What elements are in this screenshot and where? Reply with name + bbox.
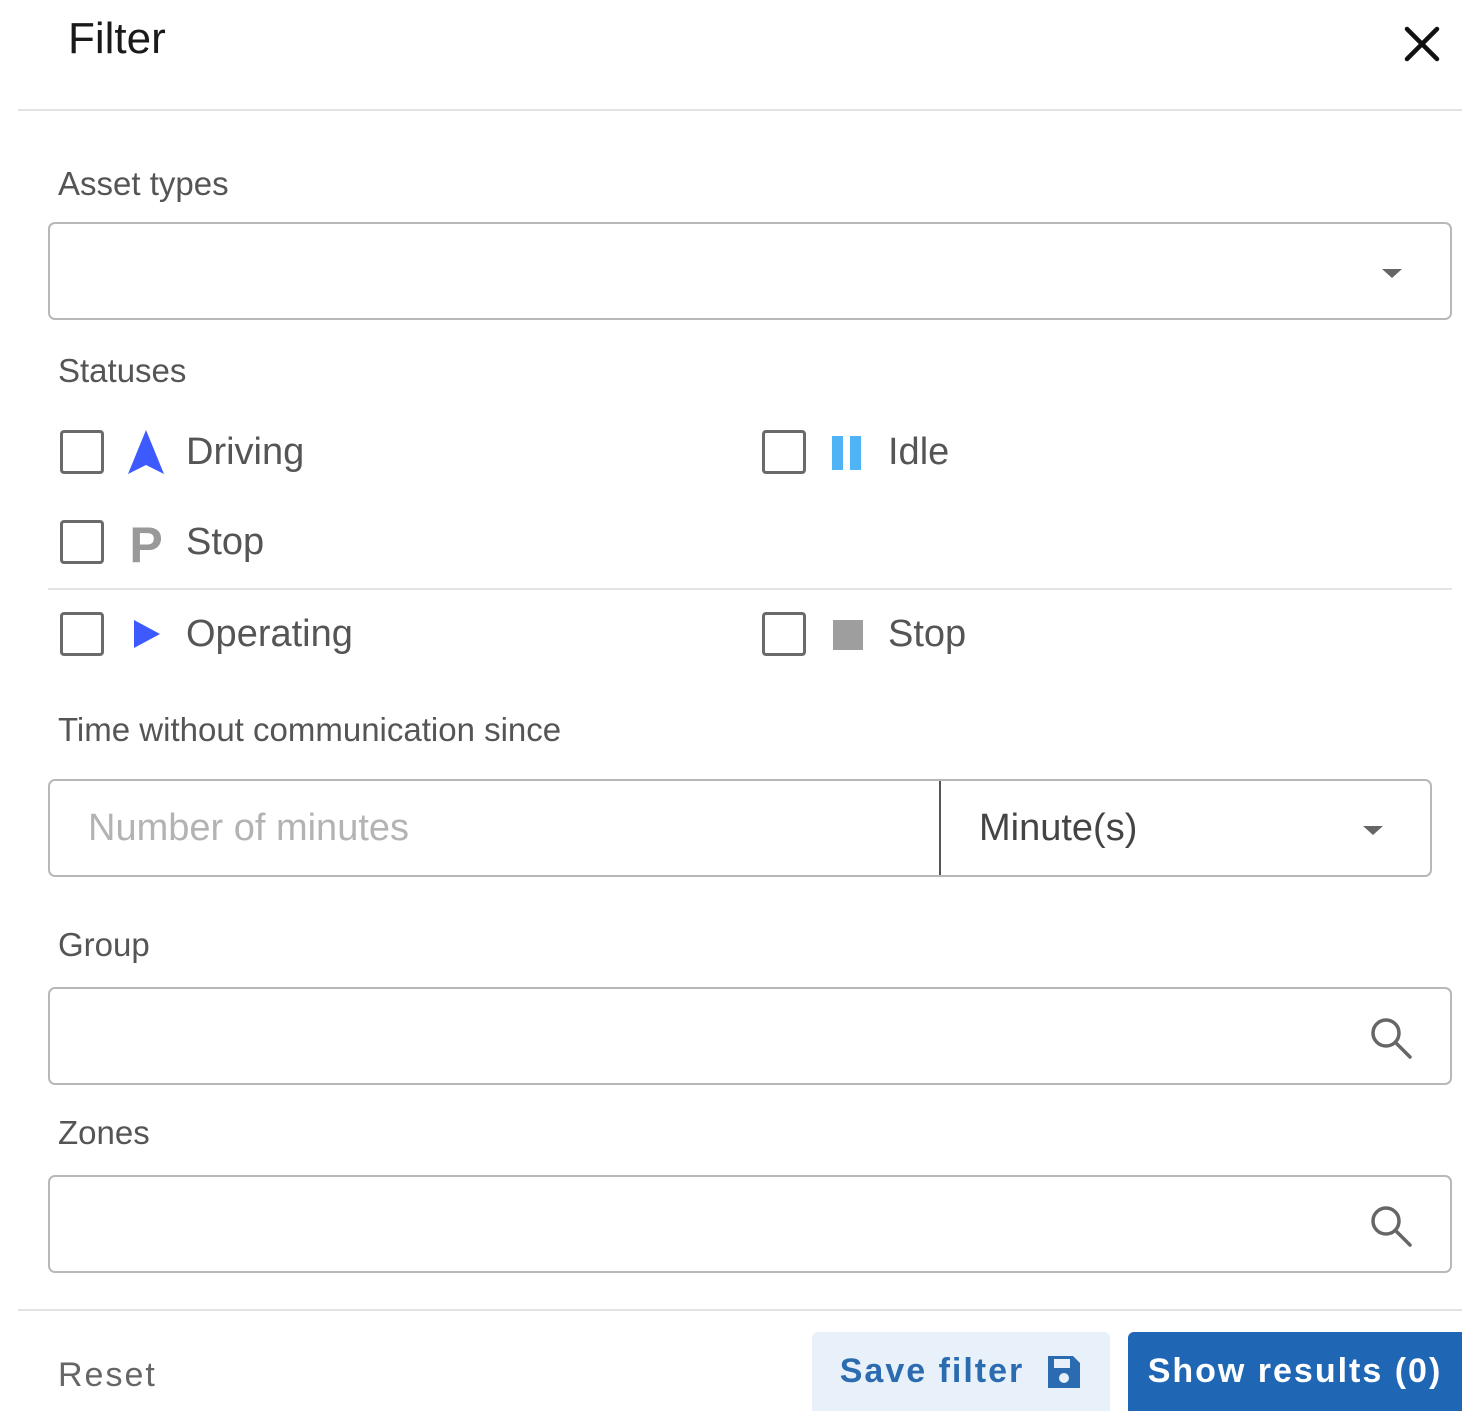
chevron-down-icon xyxy=(1382,269,1402,278)
pause-icon xyxy=(832,436,861,470)
save-filter-button[interactable]: Save filter xyxy=(812,1332,1110,1411)
zones-search-field[interactable] xyxy=(48,1175,1452,1273)
operating-label: Operating xyxy=(186,612,353,655)
chevron-down-icon xyxy=(1363,826,1383,835)
time-without-communication-group: Minute(s) xyxy=(48,779,1432,877)
time-without-communication-label: Time without communication since xyxy=(58,711,562,748)
search-icon[interactable] xyxy=(1368,1203,1414,1249)
idle-checkbox[interactable] xyxy=(762,430,806,474)
floppy-disk-icon xyxy=(1048,1355,1081,1388)
status-divider xyxy=(48,588,1452,590)
stop-checkbox[interactable] xyxy=(60,520,104,564)
show-results-label: Show results (0) xyxy=(1147,1352,1443,1390)
time-unit-select[interactable]: Minute(s) xyxy=(941,781,1430,875)
status-option-driving[interactable]: Driving xyxy=(60,422,304,482)
minutes-input[interactable] xyxy=(50,781,941,875)
operating-checkbox[interactable] xyxy=(60,612,104,656)
equipment-stop-checkbox[interactable] xyxy=(762,612,806,656)
close-icon xyxy=(1404,26,1440,62)
header-divider xyxy=(18,109,1462,111)
statuses-label: Statuses xyxy=(58,352,187,389)
navigation-arrow-icon xyxy=(128,430,164,474)
status-option-operating[interactable]: Operating xyxy=(60,604,353,664)
filter-header: Filter xyxy=(0,0,1462,110)
status-option-equipment-stop[interactable]: Stop xyxy=(762,604,966,664)
svg-text:P: P xyxy=(129,518,162,566)
zones-label: Zones xyxy=(58,1114,150,1151)
close-button[interactable] xyxy=(1398,20,1446,68)
driving-checkbox[interactable] xyxy=(60,430,104,474)
page-title: Filter xyxy=(68,14,166,63)
search-icon[interactable] xyxy=(1368,1015,1414,1061)
play-icon xyxy=(134,620,160,648)
idle-label: Idle xyxy=(888,430,950,473)
group-label: Group xyxy=(58,926,150,963)
asset-types-select[interactable] xyxy=(48,222,1452,320)
show-results-button[interactable]: Show results (0) xyxy=(1128,1332,1462,1411)
parking-icon: P xyxy=(129,518,162,566)
footer-divider xyxy=(18,1309,1462,1311)
status-option-stop[interactable]: P Stop xyxy=(60,512,264,572)
save-filter-label: Save filter xyxy=(839,1352,1025,1390)
reset-button[interactable]: Reset xyxy=(58,1356,157,1395)
asset-types-label: Asset types xyxy=(58,165,229,202)
equipment-stop-label: Stop xyxy=(888,612,967,655)
stop-label: Stop xyxy=(186,520,265,563)
driving-label: Driving xyxy=(186,430,305,473)
status-option-idle[interactable]: Idle xyxy=(762,422,949,482)
time-unit-value: Minute(s) xyxy=(979,807,1138,849)
group-search-field[interactable] xyxy=(48,987,1452,1085)
stop-square-icon xyxy=(833,620,863,650)
